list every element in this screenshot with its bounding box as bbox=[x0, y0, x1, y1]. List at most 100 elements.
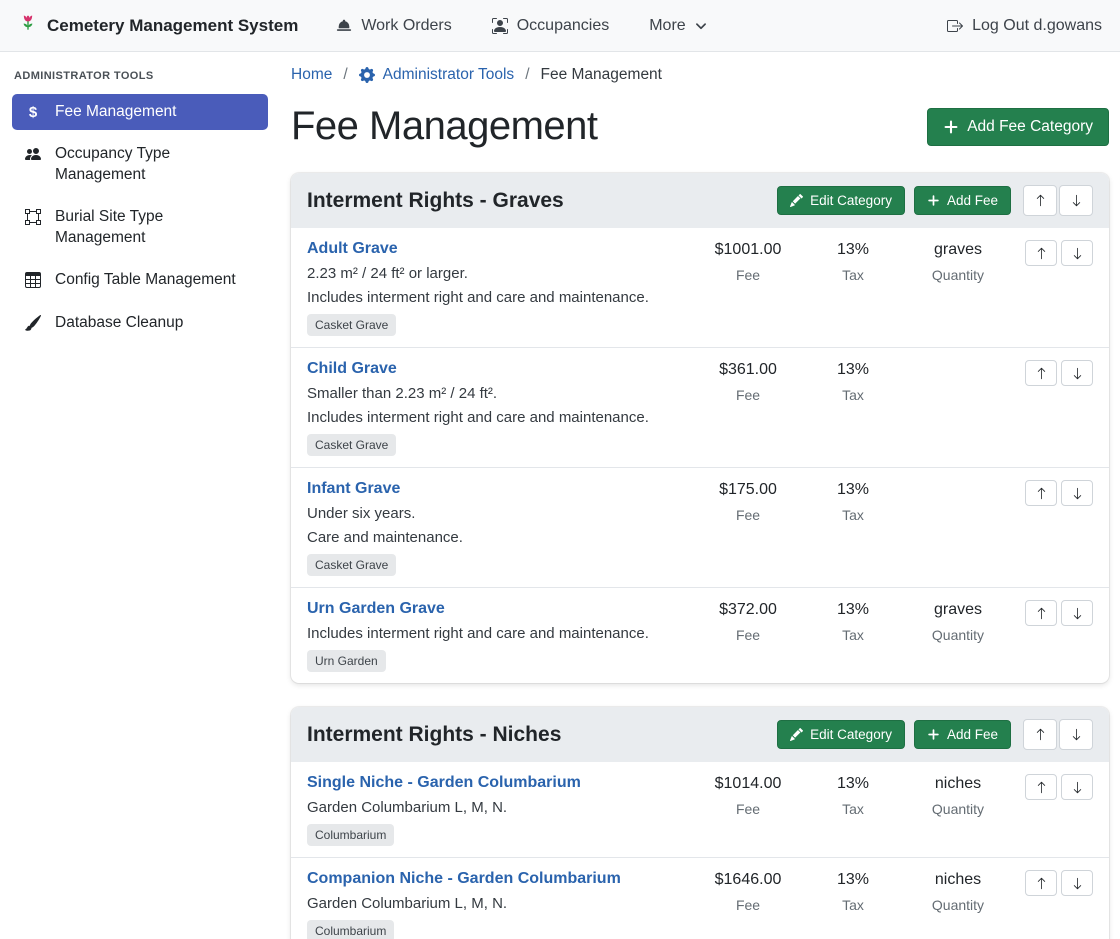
fee-category-header: Interment Rights - Graves Edit Category bbox=[291, 173, 1109, 228]
move-fee-up-button[interactable] bbox=[1025, 240, 1057, 266]
fee-category-card: Interment Rights - Niches Edit Category bbox=[291, 707, 1109, 939]
move-fee-up-button[interactable] bbox=[1025, 480, 1057, 506]
sidebar-item-config-table-management[interactable]: Config Table Management bbox=[12, 262, 268, 298]
tulip-logo-icon bbox=[18, 13, 38, 38]
add-fee-category-button[interactable]: Add Fee Category bbox=[927, 108, 1109, 146]
fee-tax-label: Tax bbox=[803, 267, 903, 283]
nav-item-more[interactable]: More bbox=[649, 17, 706, 35]
arrow-up-icon bbox=[1034, 728, 1047, 741]
fee-type-badge: Casket Grave bbox=[307, 314, 396, 336]
fee-amount-value: $1014.00 bbox=[693, 774, 803, 794]
fee-name-link[interactable]: Infant Grave bbox=[307, 480, 400, 498]
logout-link[interactable]: Log Out d.gowans bbox=[947, 17, 1102, 35]
nav-item-label: More bbox=[649, 17, 685, 35]
fee-amount-col: $175.00 Fee bbox=[693, 480, 803, 576]
fee-category-header: Interment Rights - Niches Edit Category bbox=[291, 707, 1109, 762]
fee-amount-value: $372.00 bbox=[693, 600, 803, 620]
fee-reorder-group bbox=[1013, 240, 1093, 336]
sidebar-item-database-cleanup[interactable]: Database Cleanup bbox=[12, 305, 268, 341]
app-title: Cemetery Management System bbox=[47, 16, 298, 36]
category-title: Interment Rights - Graves bbox=[307, 189, 777, 213]
move-fee-down-button[interactable] bbox=[1061, 870, 1093, 896]
fee-name-link[interactable]: Single Niche - Garden Columbarium bbox=[307, 774, 581, 792]
fee-quantity-label: Quantity bbox=[903, 801, 1013, 817]
sidebar-heading: Administrator Tools bbox=[14, 70, 266, 82]
fee-quantity-label: Quantity bbox=[903, 897, 1013, 913]
move-fee-up-button[interactable] bbox=[1025, 600, 1057, 626]
fee-tax-col: 13% Tax bbox=[803, 480, 903, 576]
move-fee-down-button[interactable] bbox=[1061, 480, 1093, 506]
top-navbar: Cemetery Management System Work Orders O… bbox=[0, 0, 1120, 52]
fee-main: Child Grave Smaller than 2.23 m² / 24 ft… bbox=[307, 360, 693, 456]
fee-amount-label: Fee bbox=[693, 267, 803, 283]
fee-name-link[interactable]: Companion Niche - Garden Columbarium bbox=[307, 870, 621, 888]
arrow-up-icon bbox=[1035, 781, 1048, 794]
add-fee-button[interactable]: Add Fee bbox=[914, 720, 1011, 749]
arrow-down-icon bbox=[1071, 487, 1084, 500]
breadcrumb: Home / Administrator Tools / Fee Managem… bbox=[291, 66, 1109, 84]
move-fee-down-button[interactable] bbox=[1061, 774, 1093, 800]
fee-row: Single Niche - Garden Columbarium Garden… bbox=[291, 762, 1109, 857]
move-fee-down-button[interactable] bbox=[1061, 600, 1093, 626]
plus-icon bbox=[927, 728, 940, 741]
fee-row: Infant Grave Under six years.Care and ma… bbox=[291, 467, 1109, 587]
fee-quantity-col bbox=[903, 360, 1013, 456]
edit-category-button[interactable]: Edit Category bbox=[777, 186, 905, 215]
fee-amount-label: Fee bbox=[693, 387, 803, 403]
plus-icon bbox=[927, 194, 940, 207]
category-title: Interment Rights - Niches bbox=[307, 723, 777, 747]
nav-item-work-orders[interactable]: Work Orders bbox=[336, 17, 451, 35]
sidebar-item-burial-site-type-management[interactable]: Burial Site Type Management bbox=[12, 199, 268, 256]
move-fee-down-button[interactable] bbox=[1061, 240, 1093, 266]
breadcrumb-home-link[interactable]: Home bbox=[291, 66, 332, 84]
move-fee-up-button[interactable] bbox=[1025, 360, 1057, 386]
fee-descriptions: Includes interment right and care and ma… bbox=[307, 625, 693, 642]
app-brand[interactable]: Cemetery Management System bbox=[18, 13, 298, 38]
move-fee-down-button[interactable] bbox=[1061, 360, 1093, 386]
fee-name-link[interactable]: Urn Garden Grave bbox=[307, 600, 445, 618]
page-head: Fee Management Add Fee Category bbox=[291, 104, 1109, 149]
breadcrumb-admin-tools-link[interactable]: Administrator Tools bbox=[359, 66, 515, 84]
fee-name-link[interactable]: Adult Grave bbox=[307, 240, 398, 258]
move-category-up-button[interactable] bbox=[1023, 719, 1057, 750]
fee-tax-value: 13% bbox=[803, 480, 903, 500]
arrow-up-icon bbox=[1034, 194, 1047, 207]
fee-tax-value: 13% bbox=[803, 774, 903, 794]
fee-type-badge: Urn Garden bbox=[307, 650, 386, 672]
move-category-down-button[interactable] bbox=[1059, 719, 1093, 750]
move-fee-up-button[interactable] bbox=[1025, 774, 1057, 800]
arrow-down-icon bbox=[1070, 194, 1083, 207]
fee-main: Urn Garden Grave Includes interment righ… bbox=[307, 600, 693, 672]
fee-reorder-group bbox=[1013, 360, 1093, 456]
sidebar-item-occupancy-type-management[interactable]: Occupancy Type Management bbox=[12, 136, 268, 193]
fee-list: Adult Grave 2.23 m² / 24 ft² or larger.I… bbox=[291, 228, 1109, 683]
edit-category-button[interactable]: Edit Category bbox=[777, 720, 905, 749]
move-category-up-button[interactable] bbox=[1023, 185, 1057, 216]
breadcrumb-separator: / bbox=[343, 66, 347, 84]
chevron-down-icon bbox=[695, 20, 707, 32]
fee-amount-value: $175.00 bbox=[693, 480, 803, 500]
sidebar-item-fee-management[interactable]: $ Fee Management bbox=[12, 94, 268, 130]
logout-label: Log Out d.gowans bbox=[972, 17, 1102, 35]
breadcrumb-current: Fee Management bbox=[541, 66, 663, 84]
move-fee-up-button[interactable] bbox=[1025, 870, 1057, 896]
fee-tax-col: 13% Tax bbox=[803, 600, 903, 672]
page-title: Fee Management bbox=[291, 104, 598, 149]
breadcrumb-separator: / bbox=[525, 66, 529, 84]
nav-item-occupancies[interactable]: Occupancies bbox=[492, 17, 610, 35]
move-category-down-button[interactable] bbox=[1059, 185, 1093, 216]
fee-amount-col: $372.00 Fee bbox=[693, 600, 803, 672]
add-fee-button[interactable]: Add Fee bbox=[914, 186, 1011, 215]
categories: Interment Rights - Graves Edit Category bbox=[291, 173, 1109, 939]
sidebar-item-label: Occupancy Type Management bbox=[55, 144, 256, 185]
fee-tax-label: Tax bbox=[803, 387, 903, 403]
fee-tax-value: 13% bbox=[803, 240, 903, 260]
fee-description: Garden Columbarium L, M, N. bbox=[307, 895, 693, 912]
fee-amount-value: $1646.00 bbox=[693, 870, 803, 890]
fee-name-link[interactable]: Child Grave bbox=[307, 360, 397, 378]
fee-amount-col: $1001.00 Fee bbox=[693, 240, 803, 336]
edit-category-label: Edit Category bbox=[810, 727, 892, 742]
fee-reorder-group bbox=[1013, 774, 1093, 846]
fee-main: Companion Niche - Garden Columbarium Gar… bbox=[307, 870, 693, 939]
category-reorder-group bbox=[1023, 185, 1093, 216]
